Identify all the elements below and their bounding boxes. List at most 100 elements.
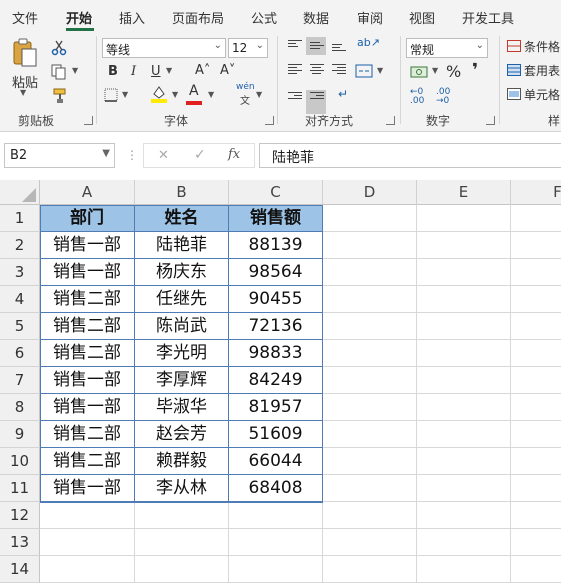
tab-view[interactable]: 视图 [409, 8, 435, 27]
empty-cell[interactable] [135, 556, 229, 583]
row-header-3[interactable]: 3 [0, 259, 40, 286]
table-cell[interactable]: 销售一部 [40, 259, 135, 286]
row-header-9[interactable]: 9 [0, 421, 40, 448]
copy-icon[interactable] [51, 64, 69, 80]
table-cell[interactable]: 81957 [229, 394, 323, 421]
column-header-e[interactable]: E [417, 180, 511, 205]
empty-cell[interactable] [323, 529, 417, 556]
empty-cell[interactable] [323, 313, 417, 340]
table-cell[interactable]: 陆艳菲 [135, 232, 229, 259]
empty-cell[interactable] [417, 394, 511, 421]
row-header-10[interactable]: 10 [0, 448, 40, 475]
empty-cell[interactable] [511, 502, 561, 529]
bold-button[interactable]: B [108, 64, 118, 79]
decrease-decimal-icon[interactable]: .00 →0 [436, 88, 450, 106]
row-header-1[interactable]: 1 [0, 205, 40, 232]
empty-cell[interactable] [417, 421, 511, 448]
row-header-5[interactable]: 5 [0, 313, 40, 340]
table-cell[interactable]: 李厚辉 [135, 367, 229, 394]
table-header-cell[interactable]: 部门 [40, 205, 135, 232]
table-cell[interactable]: 李光明 [135, 340, 229, 367]
table-cell[interactable]: 84249 [229, 367, 323, 394]
empty-cell[interactable] [135, 529, 229, 556]
empty-cell[interactable] [323, 259, 417, 286]
middle-align-icon[interactable] [310, 42, 324, 54]
empty-cell[interactable] [511, 205, 561, 232]
tab-home[interactable]: 开始 [66, 8, 92, 27]
empty-cell[interactable] [40, 529, 135, 556]
table-cell[interactable]: 销售一部 [40, 367, 135, 394]
empty-cell[interactable] [511, 394, 561, 421]
empty-cell[interactable] [229, 502, 323, 529]
merge-dropdown-icon[interactable]: ▼ [377, 66, 383, 75]
cut-icon[interactable] [51, 40, 67, 56]
table-cell[interactable]: 90455 [229, 286, 323, 313]
table-cell[interactable]: 杨庆东 [135, 259, 229, 286]
empty-cell[interactable] [323, 502, 417, 529]
wrap-text-icon[interactable]: ↵ [338, 87, 348, 101]
table-cell[interactable]: 任继先 [135, 286, 229, 313]
table-cell[interactable]: 销售二部 [40, 286, 135, 313]
orientation-icon[interactable]: ab↗ [357, 36, 380, 49]
table-header-cell[interactable]: 销售额 [229, 205, 323, 232]
empty-cell[interactable] [135, 502, 229, 529]
conditional-format-button[interactable]: 条件格 [524, 38, 560, 55]
empty-cell[interactable] [323, 448, 417, 475]
underline-dropdown-icon[interactable]: ▼ [166, 66, 172, 75]
borders-icon[interactable] [104, 88, 118, 102]
row-header-7[interactable]: 7 [0, 367, 40, 394]
row-header-4[interactable]: 4 [0, 286, 40, 313]
empty-cell[interactable] [323, 340, 417, 367]
currency-icon[interactable] [410, 64, 428, 80]
name-box[interactable]: B2 ▼ [4, 143, 115, 168]
cancel-icon[interactable]: ✕ [158, 148, 169, 163]
empty-cell[interactable] [417, 502, 511, 529]
column-header-d[interactable]: D [323, 180, 417, 205]
empty-cell[interactable] [40, 556, 135, 583]
increase-font-button[interactable]: A˄ [195, 63, 210, 78]
currency-dropdown-icon[interactable]: ▼ [432, 66, 438, 75]
empty-cell[interactable] [417, 475, 511, 502]
table-cell[interactable]: 李从林 [135, 475, 229, 502]
empty-cell[interactable] [511, 367, 561, 394]
pinyin-button[interactable]: wén [236, 82, 255, 92]
font-name-select[interactable]: 等线 ⌄ [102, 38, 226, 58]
font-color-dropdown-icon[interactable]: ▼ [208, 90, 214, 99]
empty-cell[interactable] [323, 475, 417, 502]
table-cell[interactable]: 98564 [229, 259, 323, 286]
increase-decimal-icon[interactable]: ←0.00 [410, 88, 424, 106]
empty-cell[interactable] [229, 556, 323, 583]
column-header-a[interactable]: A [40, 180, 135, 205]
empty-cell[interactable] [417, 313, 511, 340]
empty-cell[interactable] [417, 556, 511, 583]
font-color-button[interactable]: A [189, 83, 199, 99]
table-cell[interactable]: 毕淑华 [135, 394, 229, 421]
empty-cell[interactable] [417, 529, 511, 556]
empty-cell[interactable] [417, 286, 511, 313]
number-launcher-icon[interactable] [486, 116, 495, 125]
empty-cell[interactable] [511, 448, 561, 475]
alignment-launcher-icon[interactable] [386, 116, 395, 125]
table-cell[interactable]: 销售二部 [40, 421, 135, 448]
empty-cell[interactable] [417, 205, 511, 232]
tab-data[interactable]: 数据 [303, 8, 329, 27]
empty-cell[interactable] [417, 259, 511, 286]
tab-review[interactable]: 审阅 [357, 8, 383, 27]
table-cell[interactable]: 销售二部 [40, 340, 135, 367]
empty-cell[interactable] [229, 529, 323, 556]
empty-cell[interactable] [417, 340, 511, 367]
table-cell[interactable]: 66044 [229, 448, 323, 475]
table-cell[interactable]: 赖群毅 [135, 448, 229, 475]
decrease-font-button[interactable]: A˅ [220, 63, 235, 78]
borders-dropdown-icon[interactable]: ▼ [122, 90, 128, 99]
table-cell[interactable]: 销售一部 [40, 475, 135, 502]
row-header-2[interactable]: 2 [0, 232, 40, 259]
empty-cell[interactable] [511, 475, 561, 502]
column-header-b[interactable]: B [135, 180, 229, 205]
empty-cell[interactable] [417, 448, 511, 475]
comma-button[interactable]: ❜ [472, 60, 478, 81]
tab-insert[interactable]: 插入 [119, 8, 145, 27]
tab-formulas[interactable]: 公式 [251, 8, 277, 27]
format-as-table-button[interactable]: 套用表 [524, 62, 560, 79]
table-cell[interactable]: 72136 [229, 313, 323, 340]
